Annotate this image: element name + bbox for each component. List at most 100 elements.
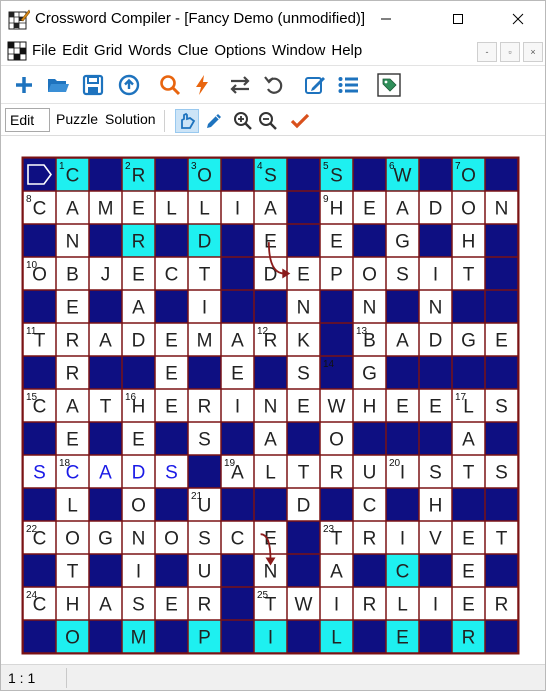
menu-grid[interactable]: Grid [91,38,125,64]
block-cell[interactable] [155,290,188,323]
publish-button[interactable] [116,72,142,98]
block-cell[interactable] [221,224,254,257]
block-cell[interactable] [23,620,56,653]
check-button[interactable] [288,109,312,133]
block-cell[interactable] [23,422,56,455]
block-cell[interactable] [320,323,353,356]
block-cell[interactable] [287,521,320,554]
block-cell[interactable] [23,290,56,323]
block-cell[interactable] [353,422,386,455]
block-cell[interactable] [23,224,56,257]
save-button[interactable] [80,72,106,98]
block-cell[interactable] [485,554,518,587]
undo-button[interactable] [261,72,287,98]
clue-list-button[interactable] [335,72,361,98]
block-cell[interactable] [188,455,221,488]
block-cell[interactable] [89,158,122,191]
block-cell[interactable] [287,422,320,455]
block-cell[interactable] [353,620,386,653]
tab-solution[interactable]: Solution [101,108,160,132]
block-cell[interactable] [221,620,254,653]
block-cell[interactable] [485,356,518,389]
autofill-button[interactable] [189,72,215,98]
block-cell[interactable] [485,620,518,653]
menu-file[interactable]: File [29,38,59,64]
block-cell[interactable] [386,290,419,323]
block-cell[interactable] [221,290,254,323]
menu-window[interactable]: Window [269,38,328,64]
block-cell[interactable] [155,488,188,521]
close-button[interactable] [495,1,541,37]
block-cell[interactable] [485,158,518,191]
block-cell[interactable] [452,488,485,521]
block-cell[interactable] [287,224,320,257]
block-cell[interactable] [386,356,419,389]
pencil-tool-button[interactable] [202,109,226,133]
zoom-in-button[interactable] [231,109,255,133]
block-cell[interactable] [419,224,452,257]
block-cell[interactable] [89,422,122,455]
block-cell[interactable] [89,356,122,389]
menu-clue[interactable]: Clue [174,38,211,64]
block-cell[interactable] [452,290,485,323]
block-cell[interactable] [419,422,452,455]
block-cell[interactable] [320,488,353,521]
add-button[interactable] [11,72,37,98]
block-cell[interactable] [485,488,518,521]
block-cell[interactable] [353,158,386,191]
block-cell[interactable] [419,356,452,389]
properties-button[interactable] [376,72,402,98]
mdi-minimize-button[interactable]: ‑ [477,42,497,62]
minimize-button[interactable] [363,1,409,37]
block-cell[interactable] [23,488,56,521]
block-cell[interactable] [188,356,221,389]
block-cell[interactable] [419,620,452,653]
find-button[interactable] [157,72,183,98]
block-cell[interactable] [221,257,254,290]
block-cell[interactable] [89,488,122,521]
block-cell[interactable] [89,620,122,653]
document-grid-icon[interactable] [7,41,27,61]
block-cell[interactable] [452,356,485,389]
block-cell[interactable] [320,290,353,323]
maximize-button[interactable] [435,1,481,37]
tab-edit[interactable]: Edit [5,108,50,132]
block-cell[interactable] [287,191,320,224]
mdi-restore-button[interactable]: ▫ [500,42,520,62]
menu-words[interactable]: Words [125,38,174,64]
block-cell[interactable] [221,554,254,587]
block-cell[interactable] [155,158,188,191]
block-cell[interactable] [287,158,320,191]
block-cell[interactable] [89,290,122,323]
open-button[interactable] [45,72,71,98]
block-cell[interactable] [254,290,287,323]
block-cell[interactable] [155,554,188,587]
select-tool-button[interactable] [175,109,199,133]
block-cell[interactable] [89,224,122,257]
block-cell[interactable] [353,554,386,587]
block-cell[interactable] [155,422,188,455]
block-cell[interactable] [419,554,452,587]
block-cell[interactable] [386,422,419,455]
block-cell[interactable] [122,356,155,389]
block-cell[interactable] [23,554,56,587]
edit-clue-button[interactable] [302,72,328,98]
block-cell[interactable] [485,422,518,455]
block-cell[interactable] [485,257,518,290]
menu-help[interactable]: Help [328,38,365,64]
block-cell[interactable] [419,158,452,191]
tab-puzzle[interactable]: Puzzle [52,108,102,132]
mdi-close-button[interactable]: × [523,42,543,62]
block-cell[interactable] [23,356,56,389]
menu-options[interactable]: Options [211,38,269,64]
block-cell[interactable] [221,488,254,521]
block-cell[interactable] [386,488,419,521]
swap-button[interactable] [227,72,253,98]
block-cell[interactable] [221,587,254,620]
block-cell[interactable] [353,224,386,257]
block-cell[interactable] [89,554,122,587]
block-cell[interactable] [254,488,287,521]
block-cell[interactable] [287,554,320,587]
block-cell[interactable] [221,158,254,191]
menu-edit[interactable]: Edit [59,38,91,64]
